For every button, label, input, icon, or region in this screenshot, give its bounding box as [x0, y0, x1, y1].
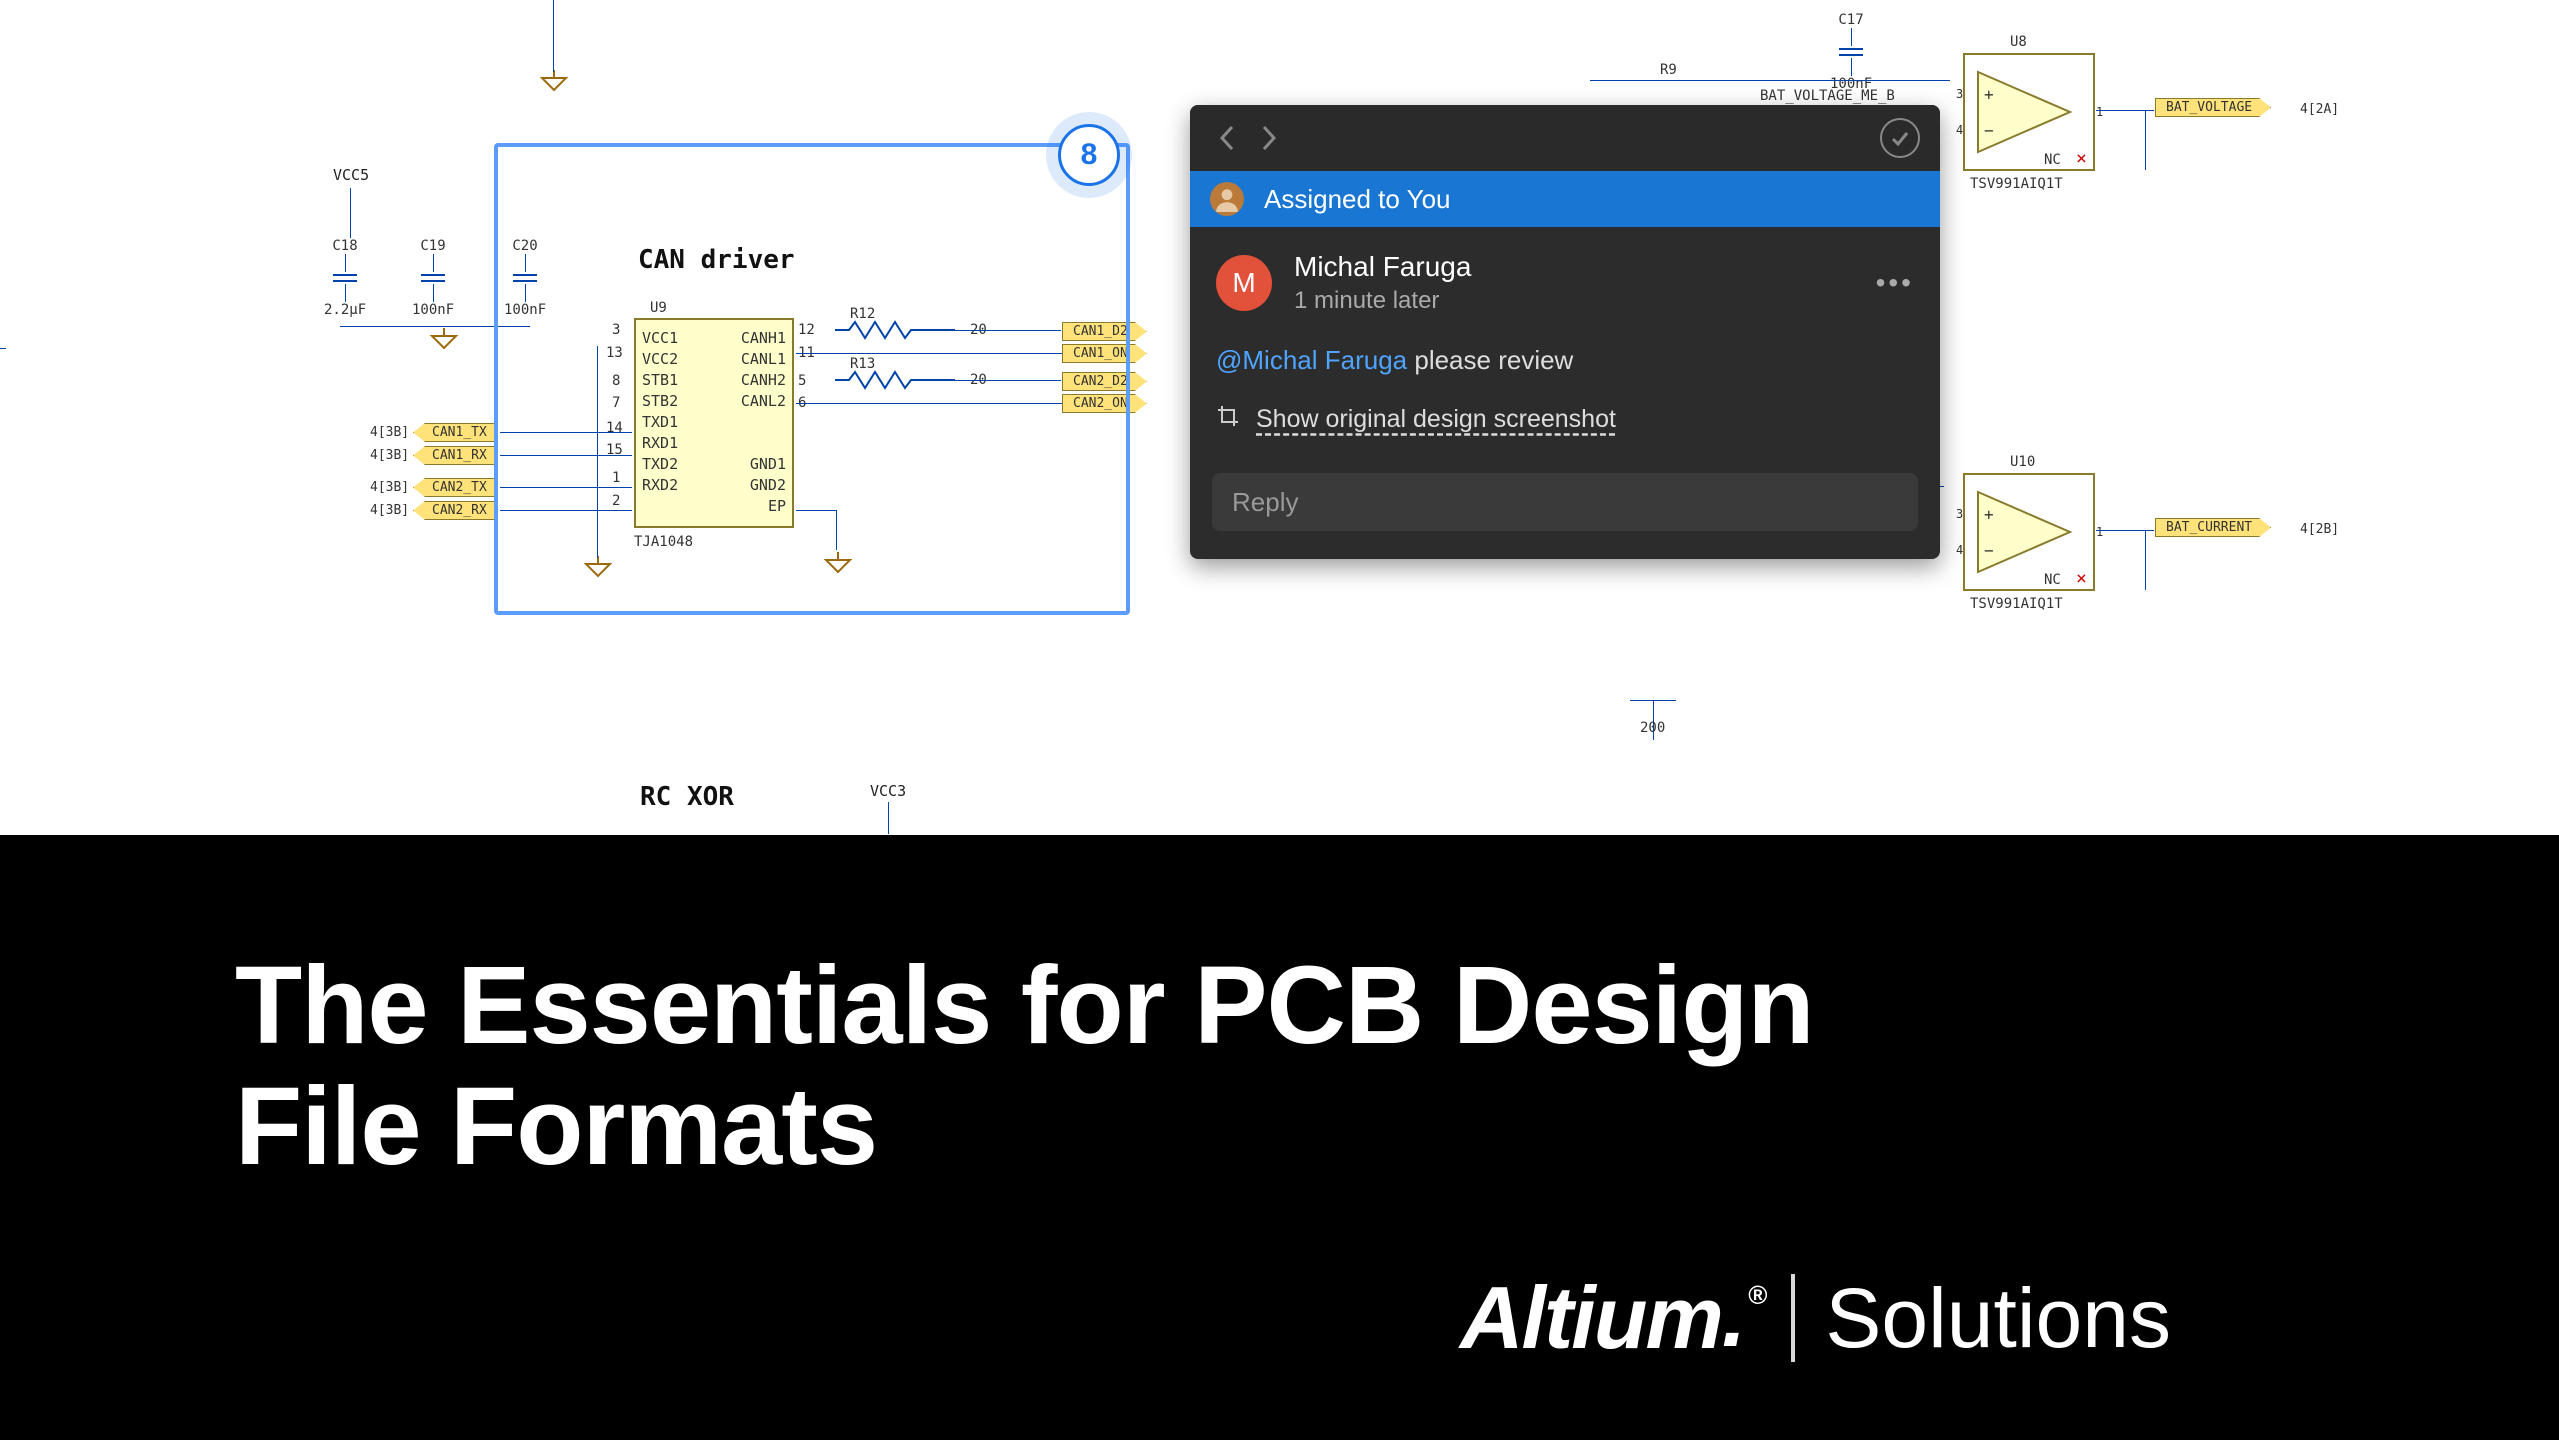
net-port-can2-tx[interactable]: CAN2_TX	[413, 478, 498, 497]
svg-text:4: 4	[1956, 543, 1963, 557]
svg-text:NC: NC	[2044, 572, 2061, 588]
capacitor-c17: C17 100nF	[1830, 12, 1872, 72]
part-number: TSV991AIQ1T	[1970, 596, 2063, 612]
svg-text:3: 3	[1956, 87, 1963, 101]
schematic-canvas[interactable]: VCC5 C18 2.2µF C19 100nF C20 100nF C17 1…	[0, 0, 2559, 835]
comment-text: @Michal Faruga please review	[1216, 345, 1914, 376]
comment-more-menu[interactable]: •••	[1876, 267, 1914, 299]
comment-topbar	[1190, 105, 1940, 171]
net-port-can1-rx[interactable]: CAN1_RX	[413, 446, 498, 465]
section-label-rc-xor: RC XOR	[640, 782, 734, 812]
resolve-comment-button[interactable]	[1880, 118, 1920, 158]
svg-text:−: −	[1984, 121, 1994, 140]
svg-text:−: −	[1984, 541, 1994, 560]
comment-panel: Assigned to You M Michal Faruga 1 minute…	[1190, 105, 1940, 559]
wire	[350, 188, 351, 238]
wire	[1630, 700, 1676, 701]
svg-text:1: 1	[2096, 525, 2103, 539]
reply-placeholder: Reply	[1232, 487, 1298, 518]
wire	[1590, 80, 1950, 81]
svg-text:+: +	[1984, 505, 1994, 524]
svg-text:1: 1	[2096, 105, 2103, 119]
show-screenshot-link[interactable]: Show original design screenshot	[1256, 405, 1616, 434]
mention-link[interactable]: @Michal Faruga	[1216, 345, 1407, 375]
svg-text:3: 3	[1956, 507, 1963, 521]
zoom-text: 200	[1640, 720, 1665, 736]
wire	[0, 348, 6, 349]
opamp-u10[interactable]: + − NC × 3 4 1	[1944, 462, 2114, 602]
sheet-ref: 4[3B]	[370, 503, 409, 518]
sheet-ref: 4[2B]	[2300, 522, 2339, 537]
wire	[888, 802, 889, 834]
next-comment-button[interactable]	[1252, 121, 1286, 155]
commenter-name: Michal Faruga	[1294, 251, 1471, 283]
title-overlay: The Essentials for PCB Design File Forma…	[0, 835, 2559, 1440]
opamp-u8[interactable]: + − NC × 3 4 1	[1944, 42, 2114, 182]
altium-logo: Altium.®	[1460, 1267, 1761, 1369]
net-port-can2-rx[interactable]: CAN2_RX	[413, 501, 498, 520]
net-label: BAT_VOLTAGE_ME_B	[1760, 88, 1895, 104]
net-port-bat-current[interactable]: BAT_CURRENT	[2155, 518, 2271, 537]
comment-timestamp: 1 minute later	[1294, 287, 1471, 315]
capacitor-c18: C18 2.2µF	[324, 238, 366, 298]
page-title: The Essentials for PCB Design File Forma…	[235, 945, 1814, 1187]
comment-badge[interactable]: 8	[1058, 124, 1120, 186]
assigned-header[interactable]: Assigned to You	[1190, 171, 1940, 227]
assignee-avatar-icon	[1210, 182, 1244, 216]
brand-divider	[1791, 1274, 1795, 1362]
ground-symbol	[430, 328, 458, 350]
comment-badge-number: 8	[1081, 138, 1098, 172]
prev-comment-button[interactable]	[1210, 121, 1244, 155]
net-port-bat-voltage[interactable]: BAT_VOLTAGE	[2155, 98, 2271, 117]
capacitor-c19: C19 100nF	[412, 238, 454, 298]
ground-symbol	[540, 70, 568, 92]
power-label-vcc5: VCC5	[333, 166, 369, 184]
selection-rectangle[interactable]	[494, 143, 1130, 615]
solutions-label: Solutions	[1825, 1270, 2171, 1367]
reply-input[interactable]: Reply	[1212, 473, 1918, 531]
brand-block: Altium.® Solutions	[1460, 1267, 2171, 1369]
svg-text:NC: NC	[2044, 152, 2061, 168]
sheet-ref: 4[3B]	[370, 425, 409, 440]
sheet-ref: 4[3B]	[370, 448, 409, 463]
sheet-ref: 4[2A]	[2300, 102, 2339, 117]
svg-text:×: ×	[2076, 148, 2087, 169]
sheet-ref: 4[3B]	[370, 480, 409, 495]
crop-icon	[1216, 404, 1240, 435]
commenter-avatar: M	[1216, 255, 1272, 311]
svg-text:+: +	[1984, 85, 1994, 104]
designator-r9: R9	[1660, 62, 1677, 78]
wire	[2145, 110, 2146, 170]
assigned-label: Assigned to You	[1264, 184, 1451, 215]
wire	[2145, 530, 2146, 590]
wire	[553, 0, 554, 72]
comment-body: M Michal Faruga 1 minute later ••• @Mich…	[1190, 227, 1940, 445]
svg-text:×: ×	[2076, 568, 2087, 589]
power-label-vcc3: VCC3	[870, 782, 906, 800]
svg-text:4: 4	[1956, 123, 1963, 137]
part-number: TSV991AIQ1T	[1970, 176, 2063, 192]
net-port-can1-tx[interactable]: CAN1_TX	[413, 423, 498, 442]
